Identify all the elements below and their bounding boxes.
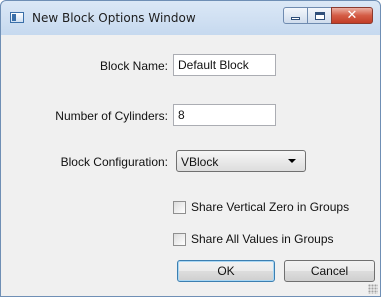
minimize-button[interactable] [283,7,308,24]
block-configuration-label: Block Configuration: [60,155,168,169]
resize-grip-icon[interactable] [368,284,378,294]
maximize-icon [314,11,325,20]
caption-buttons: ✕ [283,7,373,24]
block-configuration-value: VBlock [181,155,219,169]
title-bar[interactable]: New Block Options Window ✕ [1,1,380,35]
ok-button[interactable]: OK [177,260,275,282]
checkbox-box-icon[interactable] [173,232,186,246]
dialog-window: New Block Options Window ✕ Block Name: D… [0,0,381,297]
close-icon: ✕ [346,8,358,23]
maximize-button[interactable] [307,7,332,24]
block-name-input[interactable]: Default Block [173,54,276,76]
dialog-content: Block Name: Default Block Number of Cyli… [1,35,380,296]
cancel-button[interactable]: Cancel [284,260,375,282]
cylinders-input[interactable]: 8 [173,104,276,126]
window-title: New Block Options Window [32,11,196,25]
share-all-values-label: Share All Values in Groups [191,232,334,246]
share-all-values-checkbox[interactable]: Share All Values in Groups [173,232,334,246]
minimize-icon [291,17,300,20]
window-app-icon[interactable] [10,12,24,23]
block-configuration-select[interactable]: VBlock [176,150,306,172]
block-name-label: Block Name: [99,59,168,73]
dropdown-arrow-icon [288,159,296,163]
share-vertical-zero-checkbox[interactable]: Share Vertical Zero in Groups [173,200,349,214]
checkbox-box-icon[interactable] [173,200,186,214]
share-vertical-zero-label: Share Vertical Zero in Groups [191,200,350,214]
close-button[interactable]: ✕ [331,7,373,24]
cylinders-label: Number of Cylinders: [55,109,168,123]
